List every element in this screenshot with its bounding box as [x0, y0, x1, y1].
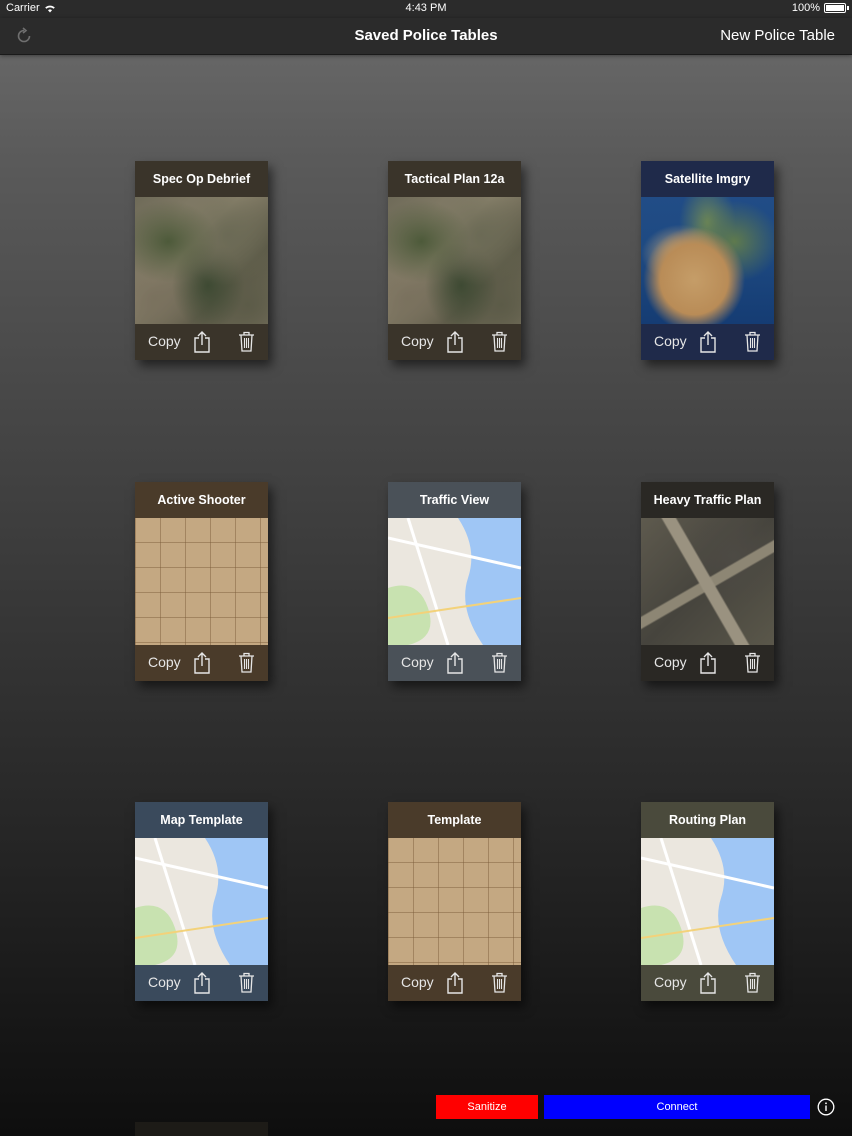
card-title: Spec Op Debrief	[152, 172, 251, 186]
copy-button[interactable]: Copy	[654, 333, 687, 349]
map-graphic	[135, 838, 268, 965]
share-icon[interactable]	[446, 652, 464, 674]
share-icon[interactable]	[193, 652, 211, 674]
card-title: Active Shooter	[157, 493, 246, 507]
card-actions: Copy	[641, 324, 774, 360]
card-title: Heavy Traffic Plan	[653, 493, 762, 507]
copy-button[interactable]: Copy	[654, 974, 687, 990]
nav-bar: Saved Police Tables New Police Table	[0, 18, 852, 55]
trash-icon[interactable]	[744, 331, 761, 352]
card-thumbnail	[135, 197, 268, 324]
card-actions: Copy	[388, 965, 521, 1001]
partial-card	[135, 1122, 268, 1136]
share-icon[interactable]	[699, 652, 717, 674]
table-card[interactable]: Heavy Traffic Plan Copy	[641, 482, 774, 681]
trash-icon[interactable]	[744, 652, 761, 673]
card-thumbnail	[641, 518, 774, 645]
battery-icon	[824, 3, 849, 13]
copy-button[interactable]: Copy	[401, 333, 434, 349]
copy-button[interactable]: Copy	[401, 654, 434, 670]
copy-button[interactable]: Copy	[148, 333, 181, 349]
trash-icon[interactable]	[238, 331, 255, 352]
new-police-table-button[interactable]: New Police Table	[720, 27, 835, 44]
table-card[interactable]: Tactical Plan 12a Copy	[388, 161, 521, 360]
status-bar: Carrier 4:43 PM 100%	[0, 0, 852, 18]
card-actions: Copy	[641, 965, 774, 1001]
table-card[interactable]: Active Shooter Copy	[135, 482, 268, 681]
trash-icon[interactable]	[238, 652, 255, 673]
card-title: Traffic View	[419, 493, 490, 507]
table-card[interactable]: Template Copy	[388, 802, 521, 1001]
status-right: 100%	[791, 2, 849, 14]
card-title: Satellite Imgry	[664, 172, 751, 186]
table-card[interactable]: Satellite Imgry Copy	[641, 161, 774, 360]
connect-button[interactable]: Connect	[544, 1095, 810, 1119]
copy-button[interactable]: Copy	[148, 974, 181, 990]
trash-icon[interactable]	[238, 972, 255, 993]
card-thumbnail	[641, 197, 774, 324]
card-title: Tactical Plan 12a	[404, 172, 505, 186]
card-title: Template	[427, 813, 482, 827]
copy-button[interactable]: Copy	[654, 654, 687, 670]
share-icon[interactable]	[699, 972, 717, 994]
refresh-icon[interactable]	[14, 26, 34, 46]
map-graphic	[641, 838, 774, 965]
card-title: Map Template	[160, 813, 243, 827]
map-graphic	[388, 518, 521, 645]
table-card[interactable]: Spec Op Debrief Copy	[135, 161, 268, 360]
trash-icon[interactable]	[491, 331, 508, 352]
share-icon[interactable]	[193, 331, 211, 353]
card-thumbnail	[388, 838, 521, 965]
card-title: Routing Plan	[668, 813, 747, 827]
trash-icon[interactable]	[744, 972, 761, 993]
card-actions: Copy	[135, 965, 268, 1001]
card-thumbnail	[135, 518, 268, 645]
card-thumbnail	[388, 518, 521, 645]
trash-icon[interactable]	[491, 972, 508, 993]
share-icon[interactable]	[446, 972, 464, 994]
sanitize-button[interactable]: Sanitize	[436, 1095, 538, 1119]
trash-icon[interactable]	[491, 652, 508, 673]
table-card[interactable]: Map Template Copy	[135, 802, 268, 1001]
share-icon[interactable]	[699, 331, 717, 353]
status-time: 4:43 PM	[405, 2, 447, 14]
card-thumbnail	[641, 838, 774, 965]
battery-percent: 100%	[791, 2, 820, 14]
card-actions: Copy	[641, 645, 774, 681]
table-card[interactable]: Traffic View Copy	[388, 482, 521, 681]
card-actions: Copy	[135, 324, 268, 360]
copy-button[interactable]: Copy	[148, 654, 181, 670]
card-thumbnail	[135, 838, 268, 965]
card-actions: Copy	[388, 324, 521, 360]
card-actions: Copy	[135, 645, 268, 681]
copy-button[interactable]: Copy	[401, 974, 434, 990]
share-icon[interactable]	[193, 972, 211, 994]
card-thumbnail	[388, 197, 521, 324]
info-icon[interactable]	[817, 1098, 835, 1116]
share-icon[interactable]	[446, 331, 464, 353]
card-actions: Copy	[388, 645, 521, 681]
table-card[interactable]: Routing Plan Copy	[641, 802, 774, 1001]
